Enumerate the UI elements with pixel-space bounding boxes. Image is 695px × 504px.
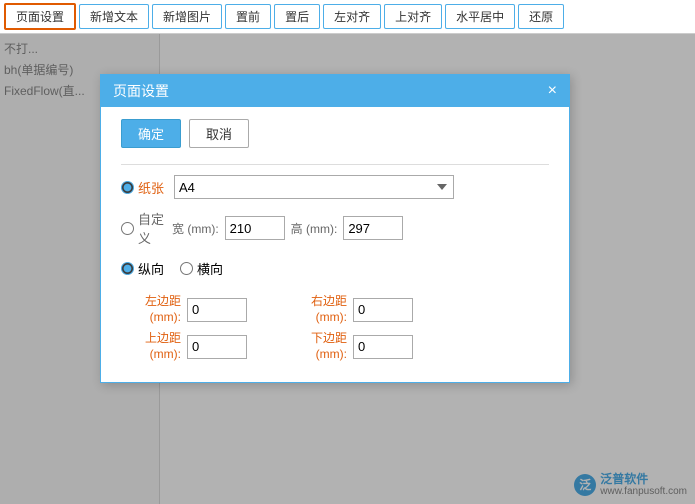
dialog-actions: 确定 取消 — [121, 119, 549, 148]
confirm-button[interactable]: 确定 — [121, 119, 181, 148]
bottom-margin-input[interactable] — [353, 335, 413, 359]
left-margin-input[interactable] — [187, 298, 247, 322]
portrait-label[interactable]: 纵向 — [121, 259, 164, 278]
right-margin-label: 右边距(mm): — [287, 294, 347, 325]
bottom-margin-label: 下边距(mm): — [287, 331, 347, 362]
toolbar-btn-1[interactable]: 新增文本 — [79, 4, 149, 29]
custom-label: 自定义 — [138, 209, 166, 247]
paper-radio[interactable] — [121, 181, 134, 194]
divider — [121, 164, 549, 165]
toolbar-btn-7[interactable]: 水平居中 — [445, 4, 515, 29]
landscape-text: 横向 — [197, 259, 223, 278]
toolbar: 页面设置新增文本新增图片置前置后左对齐上对齐水平居中还原 — [0, 0, 695, 34]
landscape-label[interactable]: 横向 — [180, 259, 223, 278]
dialog-close-button[interactable]: × — [548, 83, 557, 99]
landscape-radio[interactable] — [180, 262, 193, 275]
page-setup-dialog: 页面设置 × 确定 取消 纸张 A4A3B5Letter — [100, 74, 570, 383]
toolbar-btn-6[interactable]: 上对齐 — [384, 4, 442, 29]
left-margin-label: 左边距(mm): — [121, 294, 181, 325]
main-area: 不打... bh(单据编号) FixedFlow(直... 页面设置 × 确定 … — [0, 34, 695, 504]
left-margin-row: 左边距(mm): — [121, 294, 247, 325]
dialog-title: 页面设置 — [113, 81, 169, 101]
custom-radio[interactable] — [121, 222, 134, 235]
dialog-body: 确定 取消 纸张 A4A3B5Letter 自定义 宽 (mm): — [101, 107, 569, 382]
right-margin-input[interactable] — [353, 298, 413, 322]
toolbar-btn-5[interactable]: 左对齐 — [323, 4, 381, 29]
toolbar-btn-0[interactable]: 页面设置 — [4, 3, 76, 30]
toolbar-btn-4[interactable]: 置后 — [274, 4, 320, 29]
right-margin-row: 右边距(mm): — [287, 294, 413, 325]
height-label: 高 (mm): — [291, 220, 338, 237]
portrait-radio[interactable] — [121, 262, 134, 275]
margin-right-col: 右边距(mm): 下边距(mm): — [287, 294, 413, 362]
paper-select[interactable]: A4A3B5Letter — [174, 175, 454, 199]
cancel-button[interactable]: 取消 — [189, 119, 249, 148]
top-margin-row: 上边距(mm): — [121, 331, 247, 362]
height-input[interactable] — [343, 216, 403, 240]
paper-radio-label[interactable]: 纸张 — [121, 178, 166, 197]
top-margin-input[interactable] — [187, 335, 247, 359]
orientation-row: 纵向 横向 — [121, 259, 549, 278]
toolbar-btn-3[interactable]: 置前 — [225, 4, 271, 29]
toolbar-btn-8[interactable]: 还原 — [518, 4, 564, 29]
custom-radio-label[interactable]: 自定义 — [121, 209, 166, 247]
top-margin-label: 上边距(mm): — [121, 331, 181, 362]
margin-section: 左边距(mm): 上边距(mm): 右边距(mm): 下边距(m — [121, 294, 549, 362]
paper-row: 纸张 A4A3B5Letter — [121, 175, 549, 199]
portrait-text: 纵向 — [138, 259, 164, 278]
paper-label: 纸张 — [138, 178, 166, 197]
margin-left-col: 左边距(mm): 上边距(mm): — [121, 294, 247, 362]
toolbar-btn-2[interactable]: 新增图片 — [152, 4, 222, 29]
custom-row: 自定义 宽 (mm): 高 (mm): — [121, 209, 549, 247]
width-input[interactable] — [225, 216, 285, 240]
width-label: 宽 (mm): — [172, 220, 219, 237]
dialog-header: 页面设置 × — [101, 75, 569, 107]
bottom-margin-row: 下边距(mm): — [287, 331, 413, 362]
